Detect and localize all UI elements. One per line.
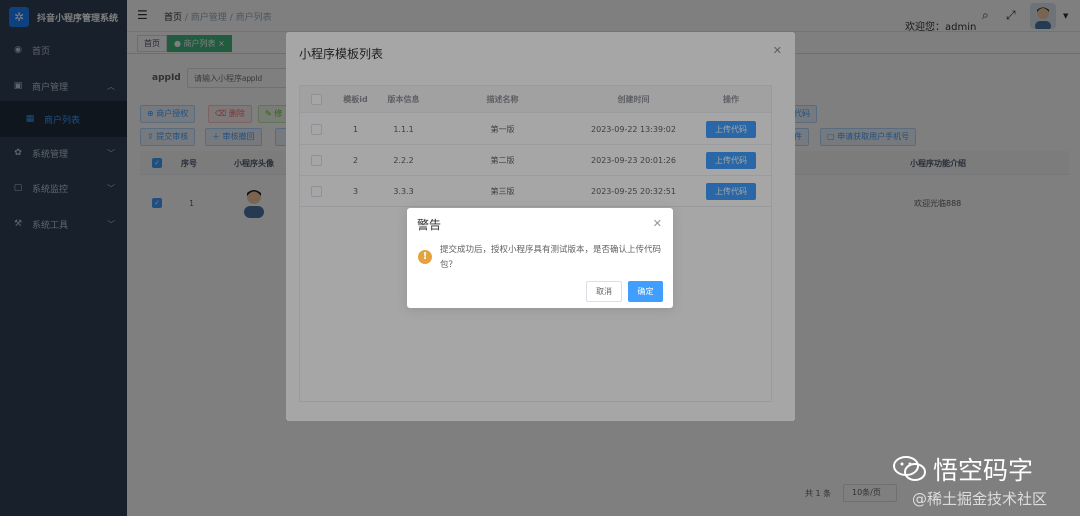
warning-icon: ! — [418, 250, 432, 264]
confirm-button[interactable]: 确定 — [628, 281, 663, 302]
close-icon[interactable]: ✕ — [653, 217, 662, 230]
alert-title: 警告 — [417, 218, 442, 232]
warning-dialog: 警告 ✕ ! 提交成功后，授权小程序具有测试版本，是否确认上传代码包？ 取消 确… — [407, 208, 673, 308]
cancel-button[interactable]: 取消 — [586, 281, 622, 302]
watermark-brand: 悟空码字 — [892, 451, 1033, 487]
alert-message: 提交成功后，授权小程序具有测试版本，是否确认上传代码包？ — [440, 245, 662, 270]
wechat-icon — [892, 455, 927, 483]
watermark-community: @稀土掘金技术社区 — [912, 490, 1048, 508]
watermark-text: 悟空码字 — [933, 456, 1034, 485]
